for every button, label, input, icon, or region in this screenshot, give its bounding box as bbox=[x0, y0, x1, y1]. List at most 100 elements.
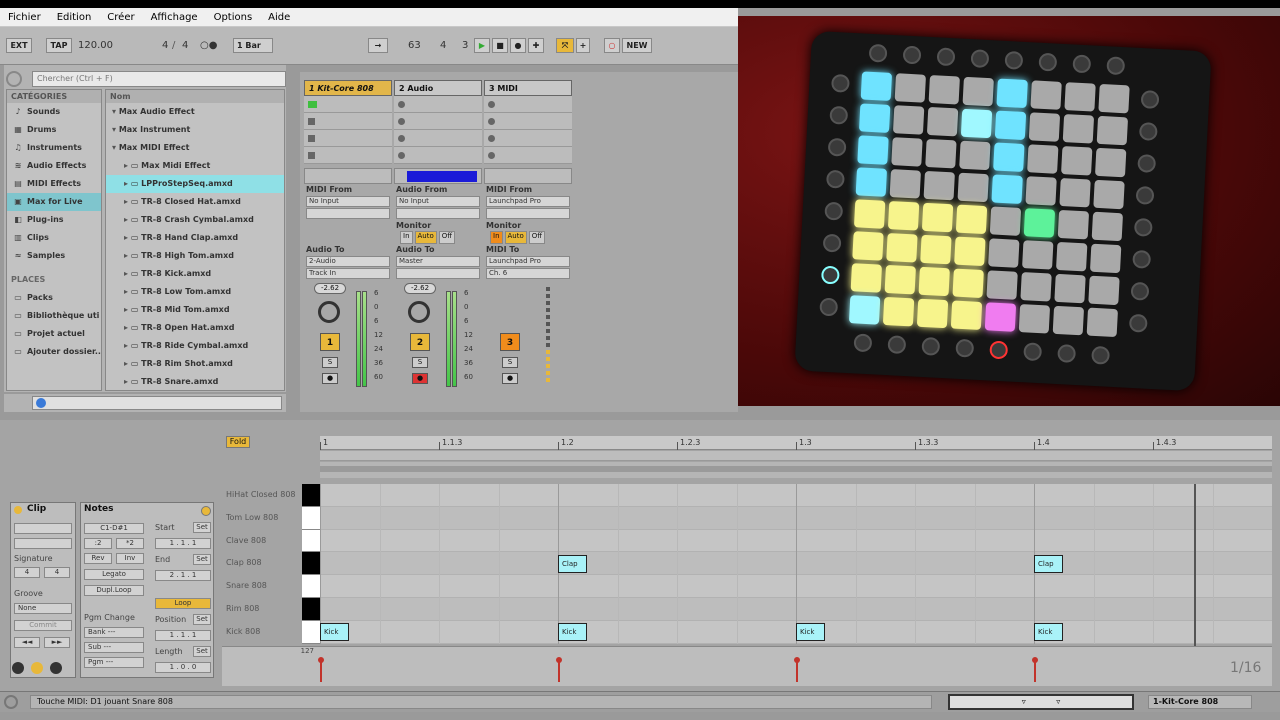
browser-item[interactable]: ▸ ▭ TR-8 Low Tom.amxd bbox=[106, 283, 284, 301]
launchpad-pad[interactable] bbox=[855, 167, 888, 197]
nudge-back-button[interactable]: ◄◄ bbox=[14, 637, 40, 648]
add-icon[interactable]: + bbox=[576, 38, 590, 53]
menu-edition[interactable]: Edition bbox=[49, 12, 100, 23]
category-item[interactable]: ≈ Samples bbox=[7, 247, 101, 265]
menu-fichier[interactable]: Fichier bbox=[0, 12, 49, 23]
launchpad-pad[interactable] bbox=[959, 140, 991, 171]
track-header[interactable]: 2 Audio bbox=[394, 80, 482, 96]
velocity-handle[interactable] bbox=[318, 657, 324, 663]
start-field[interactable]: 1 . 1 . 1 bbox=[155, 538, 211, 549]
places-item[interactable]: ▭ Bibliothèque uti bbox=[7, 307, 101, 325]
launchpad-pad[interactable] bbox=[1088, 275, 1120, 306]
right-round-button[interactable] bbox=[1138, 122, 1158, 141]
invert-button[interactable]: Inv bbox=[116, 553, 144, 564]
arm-button[interactable]: ● bbox=[412, 373, 428, 384]
bottom-round-button[interactable] bbox=[887, 335, 907, 355]
clip-stop-icon[interactable] bbox=[488, 118, 495, 125]
top-round-button[interactable] bbox=[1038, 52, 1058, 72]
browser-item[interactable]: ▾ Max MIDI Effect bbox=[106, 139, 284, 157]
clip-slot[interactable] bbox=[484, 113, 572, 130]
expand-arrow-icon[interactable]: ▸ bbox=[124, 359, 131, 368]
notes-activator-icon[interactable] bbox=[201, 506, 211, 516]
clip-slot[interactable] bbox=[304, 130, 392, 147]
midi-note[interactable]: Clap bbox=[558, 554, 587, 573]
signature-numerator[interactable]: 4 bbox=[162, 38, 168, 53]
left-round-button[interactable] bbox=[822, 233, 842, 253]
velocity-handle[interactable] bbox=[556, 657, 562, 663]
category-item[interactable]: ♫ Instruments bbox=[7, 139, 101, 157]
solo-button[interactable]: S bbox=[502, 357, 518, 368]
launchpad-pad[interactable] bbox=[918, 266, 950, 297]
midi-note[interactable]: Kick bbox=[558, 623, 587, 642]
clip-signature-denominator[interactable]: 4 bbox=[44, 567, 70, 578]
menu-options[interactable]: Options bbox=[206, 12, 261, 23]
output-channel-select[interactable]: Track In bbox=[306, 268, 390, 279]
browser-item[interactable]: ▸ ▭ TR-8 Rim Shot.amxd bbox=[106, 355, 284, 373]
velocity-stem[interactable] bbox=[1034, 660, 1036, 682]
expand-arrow-icon[interactable]: ▸ bbox=[124, 161, 131, 170]
expand-arrow-icon[interactable]: ▸ bbox=[124, 287, 131, 296]
top-round-button[interactable] bbox=[936, 47, 956, 67]
duplicate-loop-button[interactable]: Dupl.Loop bbox=[84, 585, 144, 596]
expand-arrow-icon[interactable]: ▸ bbox=[124, 341, 131, 350]
bottom-round-button[interactable] bbox=[853, 333, 873, 353]
launchpad-pad[interactable] bbox=[1020, 272, 1052, 302]
expand-arrow-icon[interactable]: ▸ bbox=[124, 233, 131, 242]
drum-lane-key[interactable]: Clave 808 bbox=[222, 529, 322, 553]
clip-color-icon[interactable] bbox=[14, 506, 22, 514]
category-item[interactable]: ▤ MIDI Effects bbox=[7, 175, 101, 193]
launchpad-pad[interactable] bbox=[996, 78, 1028, 109]
monitor-auto-button[interactable]: Auto bbox=[414, 231, 437, 244]
launchpad-pad[interactable] bbox=[986, 270, 1018, 300]
launchpad-pad[interactable] bbox=[1089, 243, 1122, 274]
audio-clip-block[interactable] bbox=[407, 171, 477, 182]
clip-stop-icon[interactable] bbox=[488, 152, 495, 159]
launchpad-pad[interactable] bbox=[984, 302, 1017, 332]
clip-slot[interactable] bbox=[484, 130, 572, 147]
midi-note[interactable]: Kick bbox=[1034, 623, 1063, 642]
browser-item[interactable]: ▸ ▭ LPProStepSeq.amxd bbox=[106, 175, 284, 193]
launchpad-pad[interactable] bbox=[1057, 209, 1090, 240]
new-button[interactable]: NEW bbox=[622, 38, 652, 53]
velocity-editor[interactable] bbox=[318, 646, 1272, 686]
track-activator-button[interactable]: 3 bbox=[500, 333, 520, 351]
clip-slot[interactable] bbox=[304, 113, 392, 130]
launchpad-pad[interactable] bbox=[884, 264, 916, 295]
preview-waveform[interactable] bbox=[32, 396, 282, 410]
launchpad-pad[interactable] bbox=[889, 169, 921, 199]
sub-bank-field[interactable]: Sub --- bbox=[84, 642, 144, 653]
right-round-button[interactable] bbox=[1137, 153, 1157, 173]
solo-button[interactable]: S bbox=[322, 357, 338, 368]
clip-stop-icon[interactable] bbox=[398, 152, 405, 159]
launchpad-pad[interactable] bbox=[989, 206, 1022, 236]
piano-key[interactable] bbox=[302, 552, 320, 576]
input-channel-select[interactable] bbox=[396, 208, 480, 219]
launchpad-pad[interactable] bbox=[1027, 144, 1059, 174]
stop-icon[interactable]: ■ bbox=[492, 38, 508, 53]
transpose-down-button[interactable]: :2 bbox=[84, 538, 112, 549]
launchpad-pad[interactable] bbox=[1091, 211, 1124, 242]
top-round-button[interactable] bbox=[1004, 50, 1024, 70]
right-round-button[interactable] bbox=[1130, 281, 1150, 301]
piano-key[interactable] bbox=[302, 506, 320, 530]
piano-key[interactable] bbox=[302, 620, 320, 644]
places-item[interactable]: ▭ Ajouter dossier... bbox=[7, 343, 101, 361]
arrangement-position-beat[interactable]: 4 bbox=[440, 38, 446, 53]
launchpad-pad[interactable] bbox=[993, 142, 1025, 172]
launchpad-pad[interactable] bbox=[926, 106, 959, 137]
launchpad-pad[interactable] bbox=[988, 238, 1020, 268]
midi-note-editor[interactable]: Clap Clap Kick Kick Kick Kick bbox=[320, 484, 1272, 644]
record-icon[interactable]: ● bbox=[510, 38, 526, 53]
selected-track-label[interactable]: 1-Kit-Core 808 bbox=[1148, 695, 1252, 709]
launchpad-pad[interactable] bbox=[923, 170, 955, 201]
legato-button[interactable]: Legato bbox=[84, 569, 144, 580]
arm-button[interactable]: ● bbox=[322, 373, 338, 384]
bottom-round-button[interactable] bbox=[1023, 342, 1043, 362]
velocity-stem[interactable] bbox=[796, 660, 798, 682]
expand-arrow-icon[interactable]: ▸ bbox=[124, 269, 131, 278]
clip-slot[interactable] bbox=[394, 96, 482, 113]
launchpad-pad[interactable] bbox=[1030, 80, 1062, 110]
expand-arrow-icon[interactable]: ▾ bbox=[112, 107, 119, 116]
browser-toggle-icon[interactable] bbox=[6, 71, 22, 87]
info-toggle-icon[interactable] bbox=[4, 695, 18, 709]
